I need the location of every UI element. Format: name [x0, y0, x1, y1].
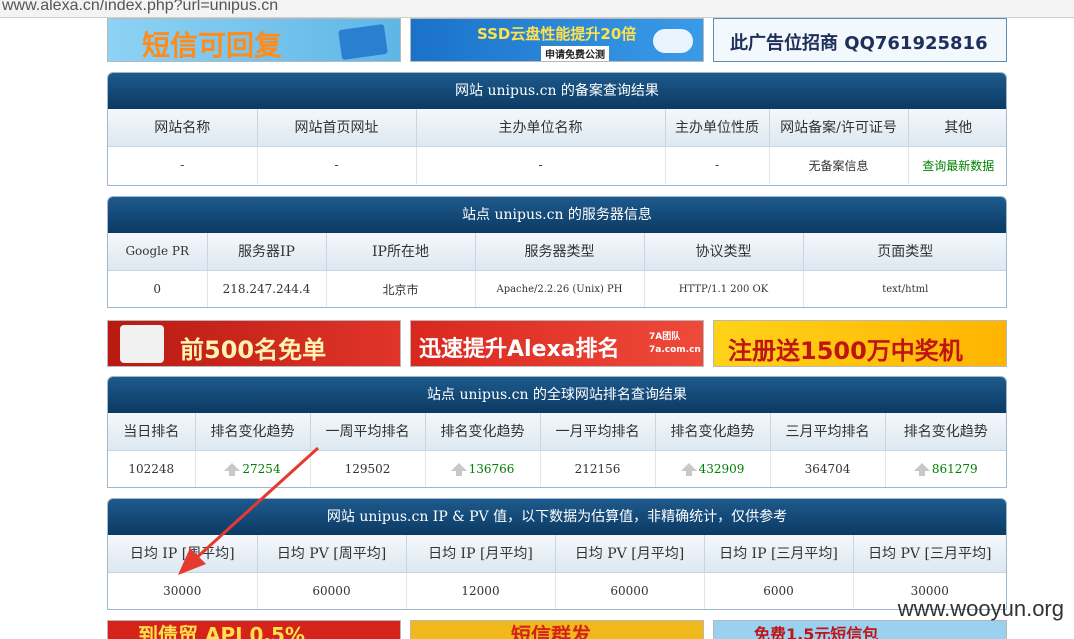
table-cell: - [108, 146, 258, 184]
column-header: 日均 IP [三月平均] [704, 535, 854, 573]
query-latest-link[interactable]: 查询最新数据 [908, 146, 1006, 184]
column-header: 服务器IP [207, 233, 327, 271]
table-cell: 129502 [310, 450, 426, 487]
ad-text: 迅速提升Alexa排名 [419, 337, 620, 362]
table-cell: 364704 [770, 450, 886, 487]
beian-table: 网站名称 网站首页网址 主办单位名称 主办单位性质 网站备案/许可证号 其他 -… [108, 109, 1006, 184]
ad-banner-sms-bulk[interactable]: 短信群发 [410, 620, 704, 639]
envelope-icon [338, 23, 388, 61]
ad-subtext: 申请免费公测 [541, 46, 609, 61]
column-header: 日均 PV [周平均] [257, 535, 407, 573]
column-header: 协议类型 [644, 233, 804, 271]
column-header: 排名变化趋势 [195, 413, 311, 451]
ad-banner-api[interactable]: 到债贸 API 0.5% [107, 620, 401, 639]
trend-cell: 136766 [425, 450, 541, 487]
table-cell: 218.247.244.4 [207, 270, 327, 307]
ad-text: 短信可回复 [142, 29, 283, 62]
ad-text: 此广告位招商 QQ761925816 [730, 33, 988, 54]
table-cell: HTTP/1.1 200 OK [644, 270, 804, 307]
column-header: 排名变化趋势 [885, 413, 1006, 451]
column-header: 主办单位名称 [416, 109, 666, 147]
trend-cell: 432909 [655, 450, 771, 487]
column-header: 服务器类型 [475, 233, 645, 271]
column-header: 排名变化趋势 [655, 413, 771, 451]
column-header: IP所在地 [326, 233, 476, 271]
table-row: 102248 27254 129502 136766 212156 432909… [108, 450, 1006, 487]
server-panel: 站点 unipus.cn 的服务器信息 Google PR 服务器IP IP所在… [107, 196, 1007, 308]
column-header: 三月平均排名 [770, 413, 886, 451]
ip-pv-table: 日均 IP [周平均] 日均 PV [周平均] 日均 IP [月平均] 日均 P… [108, 535, 1006, 609]
column-header: 当日排名 [108, 413, 196, 451]
ad-banner-recruit[interactable]: 此广告位招商 QQ761925816 [713, 18, 1007, 62]
column-header: 一周平均排名 [310, 413, 426, 451]
ad-banner-sms[interactable]: 短信可回复 [107, 18, 401, 62]
table-cell: Apache/2.2.26 (Unix) PH [475, 270, 645, 307]
table-row: 30000 60000 12000 60000 6000 30000 [108, 572, 1006, 609]
trend-cell: 861279 [885, 450, 1006, 487]
ad-subtext: 7A团队 7a.com.cn [649, 332, 701, 355]
url-text: www.alexa.cn/index.php?url=unipus.cn [2, 0, 279, 14]
table-cell: 30000 [108, 572, 258, 609]
column-header: 主办单位性质 [665, 109, 770, 147]
table-cell: 60000 [257, 572, 407, 609]
server-table: Google PR 服务器IP IP所在地 服务器类型 协议类型 页面类型 0 … [108, 233, 1006, 307]
table-cell: 6000 [704, 572, 854, 609]
ad-banner-alexa-rank[interactable]: 迅速提升Alexa排名 7A团队 7a.com.cn [410, 320, 704, 367]
ad-text: 注册送1500万中奖机 [728, 337, 963, 365]
table-cell: 12000 [406, 572, 556, 609]
table-cell: 212156 [540, 450, 656, 487]
column-header: 排名变化趋势 [425, 413, 541, 451]
table-cell: 北京市 [326, 270, 476, 307]
beian-panel: 网站 unipus.cn 的备案查询结果 网站名称 网站首页网址 主办单位名称 … [107, 72, 1007, 186]
rank-table: 当日排名 排名变化趋势 一周平均排名 排名变化趋势 一月平均排名 排名变化趋势 … [108, 413, 1006, 487]
column-header: 网站备案/许可证号 [769, 109, 909, 147]
table-cell: - [665, 146, 770, 184]
ad-text: 短信群发 [511, 623, 591, 639]
table-cell: - [416, 146, 666, 184]
ad-text: 免费1.5元短信包 [754, 625, 879, 639]
column-header: 日均 IP [周平均] [108, 535, 258, 573]
ad-banner-free-order[interactable]: 前500名免单 [107, 320, 401, 367]
column-header: 网站名称 [108, 109, 258, 147]
table-row: - - - - 无备案信息 查询最新数据 [108, 146, 1006, 184]
up-arrow-icon [450, 462, 467, 476]
rank-panel: 站点 unipus.cn 的全球网站排名查询结果 当日排名 排名变化趋势 一周平… [107, 376, 1007, 488]
cloud-icon [653, 29, 693, 53]
table-row: 0 218.247.244.4 北京市 Apache/2.2.26 (Unix)… [108, 270, 1006, 307]
ad-banner-ssd[interactable]: SSD云盘性能提升20倍 申请免费公测 [410, 18, 704, 62]
panel-title: 网站 unipus.cn IP & PV 值，以下数据为估算值，非精确统计，仅供… [108, 499, 1006, 535]
ad-banner-sms-package[interactable]: 免费1.5元短信包 [713, 620, 1007, 639]
table-cell: 0 [108, 270, 208, 307]
table-cell: - [257, 146, 417, 184]
ad-text: SSD云盘性能提升20倍 [477, 25, 637, 43]
up-arrow-icon [224, 462, 241, 476]
column-header: 网站首页网址 [257, 109, 417, 147]
column-header: 日均 IP [月平均] [406, 535, 556, 573]
ad-text: 到债贸 API 0.5% [138, 623, 305, 639]
table-cell: 102248 [108, 450, 196, 487]
trend-cell: 27254 [195, 450, 311, 487]
product-image [120, 325, 164, 363]
ad-text: 前500名免单 [180, 336, 327, 364]
column-header: 日均 PV [三月平均] [853, 535, 1006, 573]
browser-address-bar[interactable]: www.alexa.cn/index.php?url=unipus.cn [0, 0, 1074, 18]
table-cell: 60000 [555, 572, 705, 609]
panel-title: 网站 unipus.cn 的备案查询结果 [108, 73, 1006, 109]
column-header: 页面类型 [803, 233, 1006, 271]
table-cell: text/html [882, 283, 929, 295]
column-header: Google PR [108, 233, 208, 271]
watermark-text: www.wooyun.org [897, 596, 1064, 621]
ad-banner-register-prize[interactable]: 注册送1500万中奖机 [713, 320, 1007, 367]
column-header: 其他 [908, 109, 1006, 147]
panel-title: 站点 unipus.cn 的全球网站排名查询结果 [108, 377, 1006, 413]
up-arrow-icon [913, 462, 930, 476]
panel-title: 站点 unipus.cn 的服务器信息 [108, 197, 1006, 233]
ip-pv-panel: 网站 unipus.cn IP & PV 值，以下数据为估算值，非精确统计，仅供… [107, 498, 1007, 610]
table-cell: 无备案信息 [769, 146, 909, 184]
up-arrow-icon [680, 462, 697, 476]
column-header: 一月平均排名 [540, 413, 656, 451]
column-header: 日均 PV [月平均] [555, 535, 705, 573]
